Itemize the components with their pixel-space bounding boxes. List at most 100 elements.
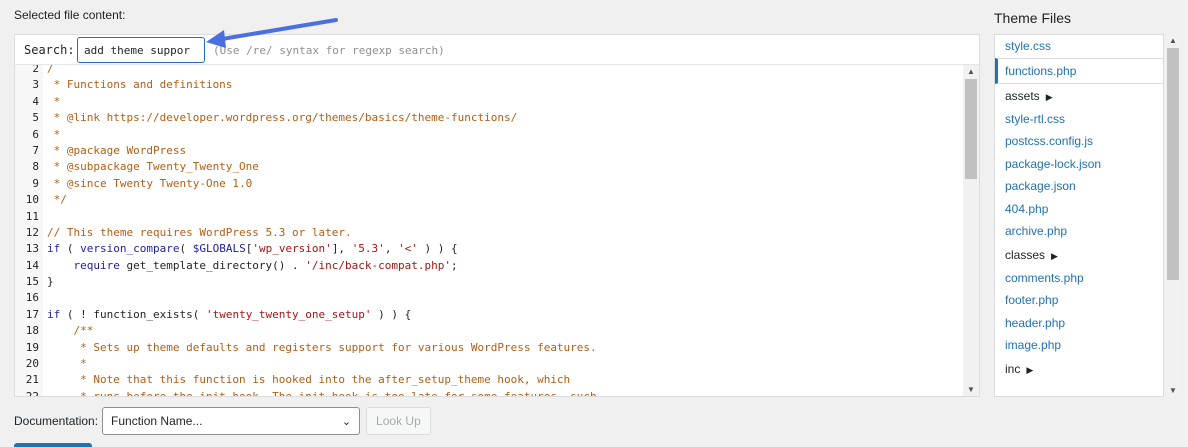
code-line: 2/ [15,65,963,77]
theme-file-label: footer.php [1005,293,1059,307]
code-token: '<' [398,242,418,256]
theme-file-label: style-rtl.css [1005,111,1065,126]
code-token: * Note that this function is hooked into… [47,373,571,387]
theme-folder-item[interactable]: classes ▶ [995,243,1163,267]
line-number: 21 [25,373,39,387]
line-number: 8 [32,160,39,174]
theme-file-item[interactable]: image.php [995,334,1163,357]
code-token: * [47,127,61,141]
theme-file-item[interactable]: package.json [995,175,1163,198]
theme-files-panel: Theme Files style.css functions.php assets… [994,10,1180,397]
line-number: 22 [15,389,41,396]
code-token: * runs before the init hook. The init ho… [47,390,597,396]
code-line: 6 * [15,127,963,143]
code-text: if ( version_compare( $GLOBALS['wp_versi… [41,241,458,257]
line-number: 9 [32,176,39,190]
theme-file-item[interactable]: style-rtl.css [995,108,1163,131]
line-number: 2 [32,65,39,75]
code-token: / [47,65,54,75]
chevron-down-icon: ⌄ [341,415,352,428]
line-number: 3 [32,78,39,92]
code-token: ) ) { [371,307,412,321]
search-input[interactable] [77,37,205,63]
theme-file-item[interactable]: header.php [995,312,1163,335]
scroll-thumb[interactable] [1167,48,1179,280]
theme-file-label: inc [1005,361,1021,376]
code-token: 'wp_version' [252,242,332,256]
theme-file-item[interactable]: 404.php [995,198,1163,221]
code-line: 17 if ( ! function_exists( 'twenty_twenty… [15,307,963,323]
code-lines: 2/3 * Functions and definitions 4 * 5 * @l… [15,65,963,396]
scroll-thumb[interactable] [965,79,977,179]
update-file-button[interactable] [14,443,92,447]
code-token: '/inc/back-compat.php' [305,258,451,272]
theme-folder-item[interactable]: inc ▶ [995,357,1163,381]
code-line: 21 * Note that this function is hooked i… [15,372,963,388]
code-token: require [73,258,120,272]
line-number: 5 [32,111,39,125]
theme-folder-item[interactable]: assets ▶ [995,84,1163,108]
code-token: ( ! function_exists( [60,307,206,321]
code-token: * @subpackage Twenty_Twenty_One [47,160,259,174]
theme-file-label: package-lock.json [1005,156,1102,171]
code-text: * @since Twenty Twenty-One 1.0 [41,176,253,192]
code-text: * @link https://developer.wordpress.org/… [41,110,518,126]
code-text: / [41,65,54,77]
line-number: 10 [25,193,39,207]
theme-file-label: package.json [1005,179,1076,193]
scroll-up-icon[interactable]: ▲ [1169,36,1177,45]
code-token: if [47,307,61,321]
code-line: 20 * [15,356,963,372]
code-text: if ( ! function_exists( 'twenty_twenty_o… [41,307,411,323]
caret-right-icon: ▶ [1051,250,1058,261]
code-token: * @link https://developer.wordpress.org/… [47,111,518,125]
code-line: 3 * Functions and definitions [15,77,963,93]
line-number: 17 [25,307,39,321]
line-number: 14 [25,258,39,272]
theme-file-item[interactable]: archive.php [995,220,1163,243]
code-token: * @since Twenty Twenty-One 1.0 [47,176,253,190]
code-line: 12 // This theme requires WordPress 5.3 o… [15,225,963,241]
code-token: get_template_directory() . [119,258,306,272]
function-name-select[interactable]: Function Name... ⌄ [102,407,361,435]
look-up-button[interactable]: Look Up [366,407,431,435]
code-token: 'twenty_twenty_one_setup' [205,307,372,321]
scroll-down-icon[interactable]: ▼ [1169,386,1177,395]
code-text: require get_template_directory() . '/inc… [41,258,458,274]
code-text: * @package WordPress [41,143,186,159]
code-scrollbar[interactable]: ▲ ▼ [963,65,979,396]
theme-files-title: Theme Files [994,10,1072,26]
theme-file-label: comments.php [1005,270,1084,285]
theme-file-item[interactable]: style.css [995,35,1163,58]
theme-file-item[interactable]: comments.php [995,267,1163,290]
code-token: ; [451,258,458,272]
line-number: 7 [32,143,39,157]
theme-file-label: header.php [1005,315,1066,330]
theme-file-item[interactable]: functions.php [995,57,1163,84]
theme-file-label: classes [1005,247,1046,262]
code-token: } [47,275,54,289]
scroll-down-icon[interactable]: ▼ [967,385,975,394]
code-token: version_compare [80,242,180,256]
code-area[interactable]: 2/3 * Functions and definitions 4 * 5 * @l… [15,65,979,396]
line-number: 19 [25,340,39,354]
code-text: * Note that this function is hooked into… [41,372,570,388]
theme-files-scrollbar[interactable]: ▲ ▼ [1166,34,1180,397]
code-text: * runs before the init hook. The init ho… [41,389,597,396]
theme-file-label: postcss.config.js [1005,134,1094,148]
scroll-up-icon[interactable]: ▲ [967,67,975,76]
theme-file-item[interactable]: package-lock.json [995,153,1163,176]
code-editor[interactable]: Search: (Use /re/ syntax for regexp sear… [14,34,980,397]
theme-file-item[interactable]: postcss.config.js [995,130,1163,153]
code-line: 8 * @subpackage Twenty_Twenty_One [15,159,963,175]
caret-right-icon: ▶ [1045,91,1053,102]
code-token: ) ) { [417,242,458,256]
code-token: $GLOBALS [192,242,246,256]
code-token: /** [47,324,94,338]
theme-file-item[interactable]: footer.php [995,289,1163,312]
code-token: ], [331,242,352,256]
search-label: Search: [24,43,75,57]
search-hint: (Use /re/ syntax for regexp search) [213,44,445,57]
code-line: 11 [15,209,963,225]
